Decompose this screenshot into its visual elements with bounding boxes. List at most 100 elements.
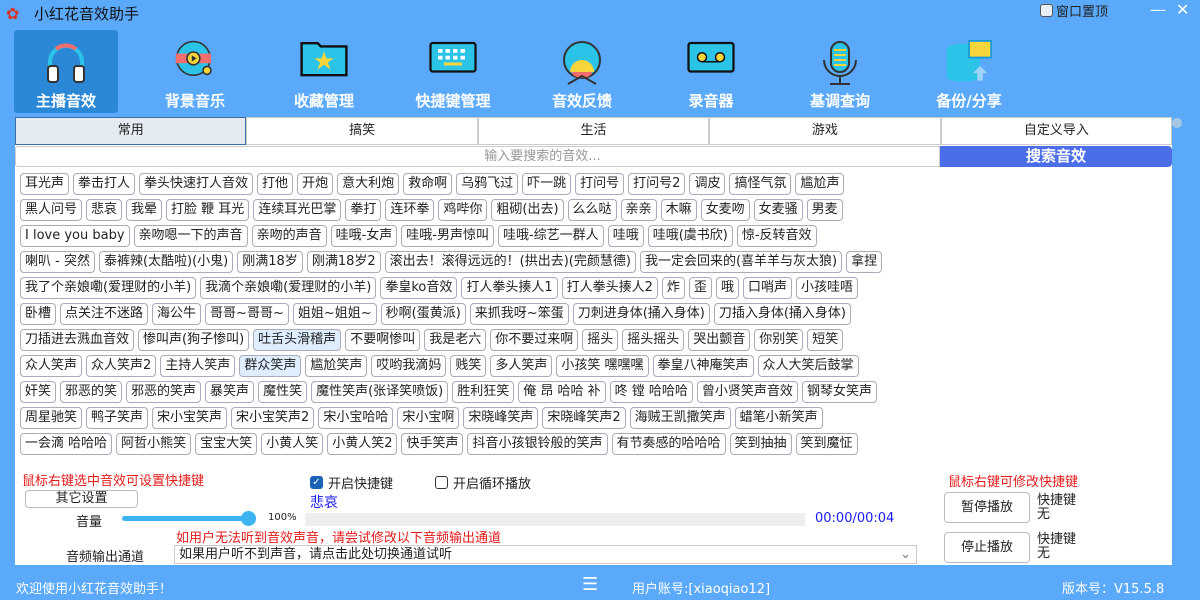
sound-button[interactable]: 摇头摇头 [622,329,685,351]
nav-keyboard[interactable]: 快捷键管理 [401,30,505,113]
search-input[interactable]: 输入要搜索的音效... [15,146,940,167]
sound-button[interactable]: 钢琴女笑声 [801,381,877,403]
stop-button[interactable]: 停止播放 [944,532,1030,563]
sound-button[interactable]: 邪恶的笑 [60,381,123,403]
tab-3[interactable]: 游戏 [709,117,941,145]
tab-4[interactable]: 自定义导入 [940,117,1173,145]
sound-button[interactable]: 宋晓峰笑声 [463,407,539,429]
sound-button[interactable]: 小孩哇唔 [795,277,858,299]
sound-button[interactable]: 海公牛 [152,303,202,325]
nav-feedback[interactable]: 音效反馈 [530,30,634,113]
sound-button[interactable]: 黑人问号 [20,199,83,221]
sound-button[interactable]: 暴笑声 [205,381,255,403]
nav-star-folder[interactable]: 收藏管理 [272,30,376,113]
sound-button[interactable]: 曾小贤笑声音效 [696,381,798,403]
sound-button[interactable]: 尴尬声 [795,173,845,195]
sound-button[interactable]: 炸 [661,277,685,299]
sound-button[interactable]: 众人笑声2 [86,355,157,377]
sound-button[interactable]: 搞怪气氛 [729,173,792,195]
sound-button[interactable]: 拳打 [345,199,382,221]
sound-button[interactable]: 拳皇八神庵笑声 [652,355,754,377]
pin-window-checkbox[interactable]: 窗口置顶 [1040,1,1108,20]
sound-button[interactable]: 卧槽 [20,303,57,325]
playback-progress-bar[interactable] [305,513,805,526]
minimize-button[interactable]: — [1150,0,1166,19]
sound-button[interactable]: 贱笑 [450,355,487,377]
sound-button[interactable]: 快手笑声 [401,433,464,455]
nav-microphone[interactable]: 基调查询 [788,30,892,113]
sound-button[interactable]: 鸡哔你 [438,199,488,221]
sound-button[interactable]: 连环拳 [385,199,435,221]
sound-button[interactable]: 木嘛 [660,199,697,221]
nav-cassette[interactable]: 录音器 [659,30,763,113]
sound-button[interactable]: 鸭子笑声 [86,407,149,429]
sound-button[interactable]: 打人拳头揍人2 [561,277,658,299]
sound-button[interactable]: 你不要过来啊 [490,329,579,351]
sound-button[interactable]: 歪 [688,277,712,299]
sound-button[interactable]: 主持人笑声 [160,355,236,377]
sound-button[interactable]: 有节奏感的哈哈哈 [611,433,726,455]
sound-button[interactable]: 刀刺进身体(捅入身体) [572,303,710,325]
sound-button[interactable]: 调皮 [689,173,726,195]
volume-slider[interactable] [122,511,256,526]
sound-button[interactable]: 哭出颤音 [688,329,751,351]
sound-button[interactable]: 众人笑声 [20,355,83,377]
sound-button[interactable]: 众人大笑后鼓掌 [757,355,859,377]
sound-button[interactable]: 宋小宝哈哈 [318,407,394,429]
sound-button[interactable]: 亲吻嗯一下的声音 [133,225,248,247]
sound-button[interactable]: 周星驰笑 [20,407,83,429]
sound-button[interactable]: 宋小宝笑声2 [231,407,315,429]
sound-button[interactable]: 开炮 [297,173,334,195]
sound-button[interactable]: 打人拳头揍人1 [461,277,558,299]
sound-button[interactable]: 姐姐~姐姐~ [292,303,377,325]
sound-button[interactable]: 笑到魔怔 [795,433,858,455]
sound-button[interactable]: 抖音小孩银铃般的笑声 [467,433,608,455]
sound-button[interactable]: 哇哦-女声 [330,225,398,247]
sound-button[interactable]: 宋小宝啊 [397,407,460,429]
sound-button[interactable]: 打问号 [575,173,625,195]
sound-button[interactable]: 魔性笑声(张译笑喷饭) [311,381,449,403]
loop-play-checkbox[interactable]: 开启循环播放 [435,473,531,492]
sound-button[interactable]: 女麦骚 [753,199,803,221]
sound-button[interactable]: 刀插入身体(捅入身体) [713,303,852,325]
sound-button[interactable]: 咚 镗 哈哈哈 [609,381,693,403]
tab-2[interactable]: 生活 [477,117,710,145]
sound-button[interactable]: 吐舌头滑稽声 [253,329,342,351]
sound-button[interactable]: 哇哦 [607,225,644,247]
sound-button[interactable]: 哥哥~哥哥~ [205,303,289,325]
sound-button[interactable]: 泰裤辣(太酷啦)(小鬼) [98,251,234,273]
sound-button[interactable]: 连续耳光巴掌 [253,199,342,221]
sound-button[interactable]: 你别笑 [754,329,804,351]
sound-button[interactable]: 宋晓峰笑声2 [542,407,626,429]
sound-button[interactable]: 群众笑声 [239,355,302,377]
sound-button[interactable]: 男麦 [806,199,843,221]
volume-slider-handle[interactable] [241,511,256,526]
other-settings-button[interactable]: 其它设置 [25,490,138,508]
sound-button[interactable]: 哇哦-男声惊叫 [401,225,494,247]
sound-button[interactable]: 蜡笔小新笑声 [734,407,823,429]
sound-button[interactable]: 哇哦(虞书欣) [647,225,733,247]
sound-button[interactable]: 打脸 鞭 耳光 [166,199,250,221]
sound-button[interactable]: 多人笑声 [490,355,553,377]
sound-button[interactable]: 惨叫声(狗子惨叫) [138,329,250,351]
menu-icon[interactable]: ☰ [582,574,598,595]
sound-button[interactable]: 女麦吻 [700,199,750,221]
sound-button[interactable]: 哎哟我滴妈 [371,355,447,377]
sound-button[interactable]: 宝宝大笑 [195,433,258,455]
sound-button[interactable]: 粗砌(出去) [491,199,564,221]
search-button[interactable]: 搜索音效 [940,146,1172,167]
sound-button[interactable]: 点关注不迷路 [60,303,149,325]
sound-button[interactable]: 悲哀 [86,199,123,221]
sound-button[interactable]: 乌鸦飞过 [456,173,519,195]
sound-button[interactable]: 打问号2 [628,173,686,195]
sound-button[interactable]: 胜利狂笑 [452,381,515,403]
sound-button[interactable]: 秒啊(蛋黄派) [380,303,466,325]
enable-hotkey-checkbox[interactable]: ✓ 开启快捷键 [310,473,393,492]
sound-button[interactable]: 哦 [715,277,739,299]
sound-button[interactable]: 亲亲 [620,199,657,221]
sound-button[interactable]: 阿哲小熊笑 [116,433,192,455]
sound-button[interactable]: 滚出去！滚得远远的！(拱出去)(完颜慧德) [384,251,636,273]
sound-button[interactable]: 小黄人笑 [261,433,324,455]
sound-button[interactable]: 摇头 [582,329,619,351]
sound-button[interactable]: 哇哦-综艺一群人 [497,225,604,247]
